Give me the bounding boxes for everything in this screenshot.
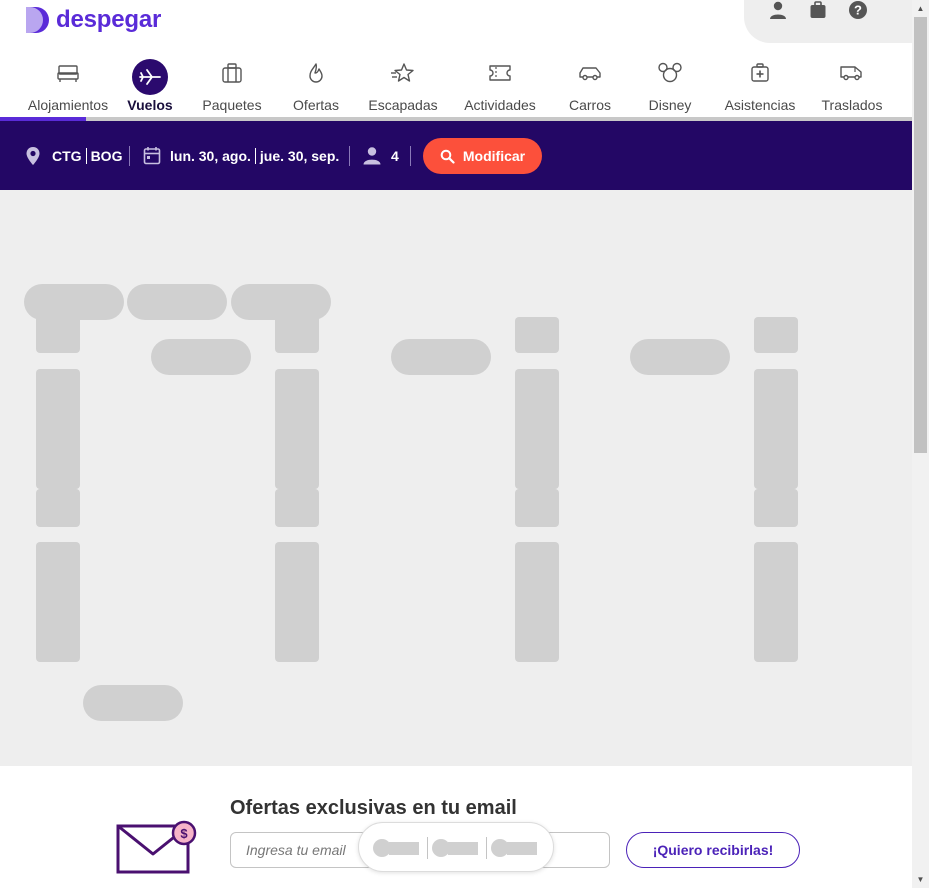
search-icon bbox=[440, 149, 455, 164]
divider bbox=[129, 146, 130, 166]
user-icon[interactable] bbox=[768, 0, 788, 20]
skeleton-block bbox=[515, 369, 559, 489]
destination-code: BOG bbox=[90, 147, 123, 164]
origin-code: CTG bbox=[52, 147, 82, 164]
location-pin-icon bbox=[26, 146, 40, 165]
skeleton-bar bbox=[507, 842, 537, 855]
nav-item-actividades[interactable]: Actividades bbox=[459, 58, 541, 118]
divider bbox=[427, 837, 428, 859]
nav-label: Carros bbox=[568, 97, 611, 113]
van-icon bbox=[840, 66, 862, 81]
star-icon bbox=[391, 63, 414, 82]
skeleton-block bbox=[754, 489, 798, 527]
divider bbox=[410, 146, 411, 166]
skeleton-bar bbox=[389, 842, 419, 855]
skeleton-block bbox=[275, 369, 319, 489]
ticket-icon bbox=[489, 65, 511, 81]
nav-label: Asistencias bbox=[724, 97, 796, 113]
nav-label: Vuelos bbox=[127, 97, 173, 113]
luggage-icon bbox=[222, 63, 242, 83]
nav-item-asistencias[interactable]: Asistencias bbox=[718, 58, 802, 118]
skeleton-block bbox=[754, 369, 798, 489]
route-divider bbox=[85, 147, 87, 164]
nav-item-vuelos[interactable]: Vuelos bbox=[124, 58, 176, 118]
despegar-logo[interactable]: despegar bbox=[24, 6, 161, 34]
divider bbox=[349, 146, 350, 166]
nav-label: Actividades bbox=[464, 97, 536, 113]
skeleton-pill bbox=[630, 339, 730, 375]
passenger-count: 4 bbox=[391, 147, 399, 164]
divider bbox=[486, 837, 487, 859]
nav-item-carros[interactable]: Carros bbox=[565, 58, 615, 118]
nav-label: Disney bbox=[648, 97, 692, 113]
calendar-icon bbox=[143, 147, 161, 165]
skeleton-pill bbox=[391, 339, 491, 375]
skeleton-block bbox=[754, 542, 798, 662]
modify-search-button[interactable]: Modificar bbox=[423, 138, 542, 174]
nav-item-ofertas[interactable]: Ofertas bbox=[288, 58, 344, 118]
skeleton-block bbox=[36, 369, 80, 489]
nav-label: Traslados bbox=[821, 97, 883, 113]
return-date: jue. 30, sep. bbox=[259, 147, 340, 164]
skeleton-block bbox=[275, 315, 319, 353]
skeleton-block bbox=[515, 317, 559, 353]
dates-summary[interactable]: lun. 30, ago. jue. 30, sep. bbox=[143, 121, 339, 190]
mickey-icon bbox=[658, 62, 682, 83]
newsletter-title: Ofertas exclusivas en tu email bbox=[230, 797, 517, 819]
skeleton-block bbox=[515, 489, 559, 527]
flame-icon bbox=[309, 63, 323, 83]
plane-icon bbox=[139, 69, 161, 85]
departure-date: lun. 30, ago. bbox=[170, 147, 251, 164]
car-icon bbox=[579, 67, 601, 81]
route-summary[interactable]: CTG BOG bbox=[25, 121, 122, 190]
skeleton-block bbox=[754, 317, 798, 353]
svg-text:$: $ bbox=[180, 826, 188, 841]
skeleton-block bbox=[36, 489, 80, 527]
brand-name: despegar bbox=[56, 6, 162, 33]
category-nav: Alojamientos Vuelos Paquetes Ofertas Esc… bbox=[0, 58, 912, 120]
scroll-up-arrow-icon[interactable]: ▲ bbox=[912, 0, 929, 17]
scrollbar-thumb[interactable] bbox=[914, 17, 927, 453]
results-loading-skeleton bbox=[0, 190, 912, 766]
skeleton-block bbox=[275, 542, 319, 662]
search-summary-bar: CTG BOG lun. 30, ago. jue. 30, sep. 4 Mo… bbox=[0, 121, 912, 190]
nav-label: Ofertas bbox=[293, 97, 339, 113]
skeleton-block bbox=[36, 542, 80, 662]
envelope-dollar-icon: $ bbox=[116, 820, 197, 874]
subscribe-button[interactable]: ¡Quiero recibirlas! bbox=[626, 832, 800, 868]
skeleton-pill bbox=[127, 284, 227, 320]
skeleton-block bbox=[275, 489, 319, 527]
help-icon[interactable]: ? bbox=[848, 0, 868, 20]
logo-icon bbox=[26, 7, 49, 33]
nav-label: Alojamientos bbox=[27, 97, 109, 113]
person-icon bbox=[363, 147, 381, 165]
nav-label: Paquetes bbox=[202, 97, 262, 113]
skeleton-pill bbox=[151, 339, 251, 375]
nav-label: Escapadas bbox=[368, 97, 438, 113]
bed-icon bbox=[57, 65, 79, 82]
skeleton-block bbox=[36, 315, 80, 353]
svg-text:?: ? bbox=[854, 3, 862, 18]
user-actions-pill: ? bbox=[744, 0, 929, 43]
skeleton-pill bbox=[83, 685, 183, 721]
nav-item-escapadas[interactable]: Escapadas bbox=[364, 58, 442, 118]
passengers-summary[interactable]: 4 bbox=[362, 121, 399, 190]
dates-divider bbox=[254, 147, 256, 164]
skeleton-bar bbox=[448, 842, 478, 855]
modify-label: Modificar bbox=[462, 148, 526, 164]
nav-item-traslados[interactable]: Traslados bbox=[818, 58, 886, 118]
scroll-down-arrow-icon[interactable]: ▼ bbox=[912, 871, 929, 888]
nav-item-alojamientos[interactable]: Alojamientos bbox=[24, 58, 112, 118]
medical-kit-icon bbox=[751, 63, 769, 82]
nav-item-paquetes[interactable]: Paquetes bbox=[198, 58, 266, 118]
suitcase-icon[interactable] bbox=[808, 0, 828, 20]
nav-item-disney[interactable]: Disney bbox=[645, 58, 695, 118]
floating-loading-pill bbox=[358, 822, 554, 872]
skeleton-block bbox=[515, 542, 559, 662]
